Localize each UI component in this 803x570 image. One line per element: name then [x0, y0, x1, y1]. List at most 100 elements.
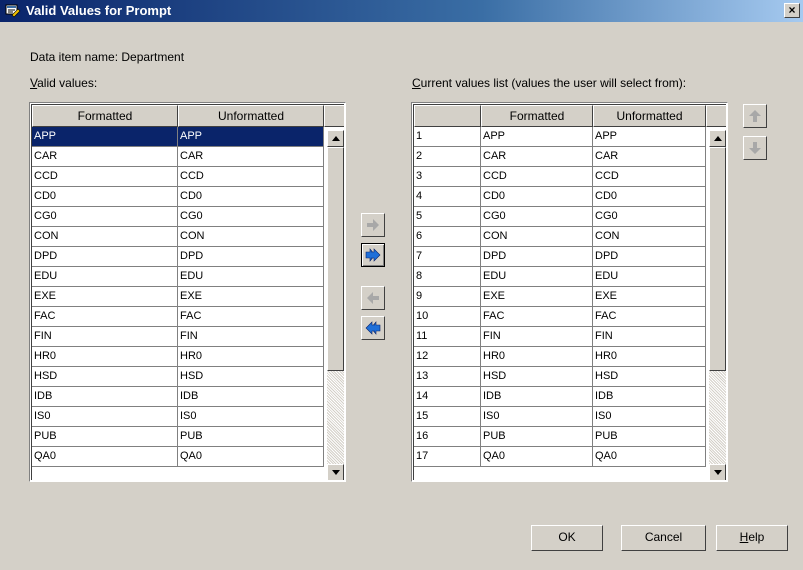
cell-formatted[interactable]: EXE: [481, 287, 593, 307]
cell-formatted[interactable]: CCD: [32, 167, 178, 187]
table-row[interactable]: QA0 QA0: [32, 447, 324, 467]
cell-formatted[interactable]: CD0: [32, 187, 178, 207]
cell-index[interactable]: 4: [414, 187, 481, 207]
cell-formatted[interactable]: FAC: [32, 307, 178, 327]
cell-index[interactable]: 15: [414, 407, 481, 427]
table-row[interactable]: 3 CCD CCD: [414, 167, 706, 187]
table-row[interactable]: PUB PUB: [32, 427, 324, 447]
table-row[interactable]: 13 HSD HSD: [414, 367, 706, 387]
cancel-button[interactable]: Cancel: [621, 525, 706, 551]
cell-formatted[interactable]: EXE: [32, 287, 178, 307]
cell-index[interactable]: 3: [414, 167, 481, 187]
title-bar[interactable]: Valid Values for Prompt ×: [0, 0, 803, 22]
move-down-button[interactable]: [743, 136, 767, 160]
cell-unformatted[interactable]: IS0: [178, 407, 324, 427]
cell-formatted[interactable]: QA0: [32, 447, 178, 467]
cell-index[interactable]: 11: [414, 327, 481, 347]
table-row[interactable]: 8 EDU EDU: [414, 267, 706, 287]
cell-formatted[interactable]: CON: [32, 227, 178, 247]
cell-unformatted[interactable]: FAC: [593, 307, 706, 327]
table-row[interactable]: 15 IS0 IS0: [414, 407, 706, 427]
cell-unformatted[interactable]: HSD: [178, 367, 324, 387]
cell-index[interactable]: 10: [414, 307, 481, 327]
remove-selected-button[interactable]: [361, 286, 385, 310]
table-row[interactable]: 16 PUB PUB: [414, 427, 706, 447]
cell-unformatted[interactable]: HR0: [593, 347, 706, 367]
cell-index[interactable]: 6: [414, 227, 481, 247]
valid-values-table[interactable]: Formatted Unformatted APP APP CAR CAR CCD CCD…: [29, 102, 346, 482]
cell-unformatted[interactable]: CCD: [178, 167, 324, 187]
table-row[interactable]: 5 CG0 CG0: [414, 207, 706, 227]
cell-unformatted[interactable]: IDB: [593, 387, 706, 407]
cell-unformatted[interactable]: PUB: [178, 427, 324, 447]
table-row[interactable]: FIN FIN: [32, 327, 324, 347]
cell-index[interactable]: 8: [414, 267, 481, 287]
column-header-unformatted[interactable]: Unformatted: [593, 105, 706, 127]
cell-unformatted[interactable]: FAC: [178, 307, 324, 327]
scroll-down-button[interactable]: [327, 464, 344, 480]
current-values-scrollbar[interactable]: [709, 130, 726, 480]
scroll-up-button[interactable]: [327, 130, 344, 147]
current-values-table[interactable]: Formatted Unformatted 1 APP APP 2 CAR CAR 3 CCD…: [411, 102, 728, 482]
cell-index[interactable]: 16: [414, 427, 481, 447]
cell-unformatted[interactable]: QA0: [593, 447, 706, 467]
table-row[interactable]: HR0 HR0: [32, 347, 324, 367]
add-selected-button[interactable]: [361, 213, 385, 237]
cell-index[interactable]: 2: [414, 147, 481, 167]
table-row[interactable]: HSD HSD: [32, 367, 324, 387]
cell-formatted[interactable]: IDB: [32, 387, 178, 407]
table-row[interactable]: 17 QA0 QA0: [414, 447, 706, 467]
table-row[interactable]: 11 FIN FIN: [414, 327, 706, 347]
cell-formatted[interactable]: HSD: [481, 367, 593, 387]
cell-unformatted[interactable]: EXE: [593, 287, 706, 307]
cell-unformatted[interactable]: CD0: [593, 187, 706, 207]
table-row[interactable]: 10 FAC FAC: [414, 307, 706, 327]
cell-formatted[interactable]: DPD: [32, 247, 178, 267]
table-row[interactable]: 6 CON CON: [414, 227, 706, 247]
cell-formatted[interactable]: HR0: [481, 347, 593, 367]
cell-unformatted[interactable]: QA0: [178, 447, 324, 467]
cell-unformatted[interactable]: HR0: [178, 347, 324, 367]
scroll-track[interactable]: [709, 371, 726, 464]
cell-formatted[interactable]: FIN: [32, 327, 178, 347]
cell-formatted[interactable]: HR0: [32, 347, 178, 367]
cell-index[interactable]: 5: [414, 207, 481, 227]
cell-formatted[interactable]: CCD: [481, 167, 593, 187]
column-header-unformatted[interactable]: Unformatted: [178, 105, 324, 127]
cell-formatted[interactable]: IS0: [32, 407, 178, 427]
table-row[interactable]: FAC FAC: [32, 307, 324, 327]
scroll-down-button[interactable]: [709, 464, 726, 480]
cell-index[interactable]: 17: [414, 447, 481, 467]
cell-formatted[interactable]: FIN: [481, 327, 593, 347]
cell-unformatted[interactable]: EDU: [593, 267, 706, 287]
cell-unformatted[interactable]: APP: [178, 127, 324, 147]
cell-formatted[interactable]: IDB: [481, 387, 593, 407]
cell-unformatted[interactable]: CON: [593, 227, 706, 247]
column-header-index[interactable]: [414, 105, 481, 127]
table-row[interactable]: 2 CAR CAR: [414, 147, 706, 167]
cell-formatted[interactable]: CD0: [481, 187, 593, 207]
cell-unformatted[interactable]: IDB: [178, 387, 324, 407]
cell-formatted[interactable]: FAC: [481, 307, 593, 327]
column-header-formatted[interactable]: Formatted: [481, 105, 593, 127]
cell-unformatted[interactable]: FIN: [178, 327, 324, 347]
table-row[interactable]: 14 IDB IDB: [414, 387, 706, 407]
cell-index[interactable]: 9: [414, 287, 481, 307]
table-row[interactable]: CG0 CG0: [32, 207, 324, 227]
cell-formatted[interactable]: CG0: [32, 207, 178, 227]
cell-formatted[interactable]: PUB: [32, 427, 178, 447]
cell-unformatted[interactable]: EXE: [178, 287, 324, 307]
cell-formatted[interactable]: CAR: [481, 147, 593, 167]
table-row[interactable]: CD0 CD0: [32, 187, 324, 207]
cell-unformatted[interactable]: DPD: [593, 247, 706, 267]
cell-formatted[interactable]: PUB: [481, 427, 593, 447]
help-button[interactable]: Help: [716, 525, 788, 551]
table-row[interactable]: APP APP: [32, 127, 324, 147]
remove-all-button[interactable]: [361, 316, 385, 340]
table-row[interactable]: CAR CAR: [32, 147, 324, 167]
cell-index[interactable]: 7: [414, 247, 481, 267]
cell-index[interactable]: 12: [414, 347, 481, 367]
cell-unformatted[interactable]: DPD: [178, 247, 324, 267]
cell-unformatted[interactable]: CAR: [593, 147, 706, 167]
cell-unformatted[interactable]: CCD: [593, 167, 706, 187]
